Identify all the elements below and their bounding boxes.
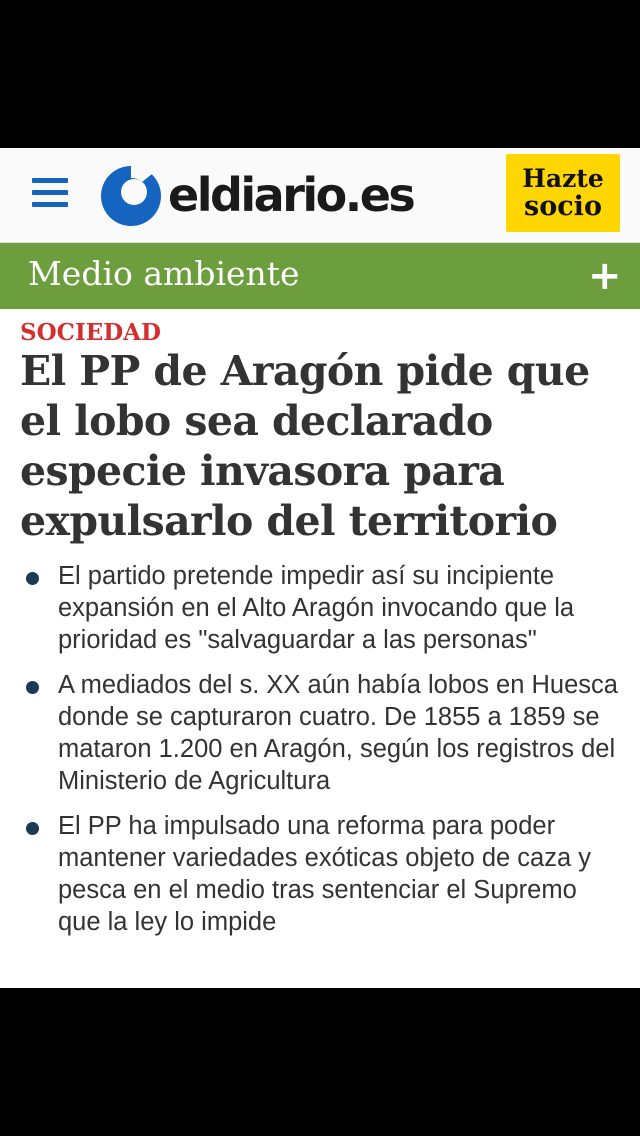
summary-item: A mediados del s. XX aún había lobos en … (24, 669, 624, 797)
plus-icon[interactable]: + (588, 251, 622, 301)
socio-button-line1: Hazte (522, 164, 604, 193)
hamburger-menu-icon[interactable] (30, 178, 70, 208)
bullet-dot-icon (26, 681, 39, 694)
site-header: eldiario.es Hazte socio (0, 148, 640, 242)
summary-item-text: El partido pretende impedir así su incip… (58, 562, 575, 654)
article-headline: El PP de Aragón pide que el lobo sea dec… (20, 347, 590, 545)
top-letterbox (0, 0, 640, 148)
summary-item-text: A mediados del s. XX aún había lobos en … (58, 671, 618, 795)
hazte-socio-button[interactable]: Hazte socio (506, 154, 620, 232)
section-title: Medio ambiente (28, 254, 300, 293)
summary-item: El partido pretende impedir así su incip… (24, 560, 624, 656)
bullet-dot-icon (26, 822, 39, 835)
site-logo[interactable]: eldiario.es (98, 160, 416, 230)
bullet-dot-icon (26, 572, 39, 585)
section-bar[interactable]: Medio ambiente + (0, 243, 640, 309)
eldiario-logo-icon (101, 165, 161, 226)
bottom-letterbox (0, 988, 640, 1136)
summary-item-text: El PP ha impulsado una reforma para pode… (58, 812, 591, 936)
article-summary-list: El partido pretende impedir así su incip… (24, 560, 624, 951)
summary-item: El PP ha impulsado una reforma para pode… (24, 810, 624, 938)
logo-wordmark: eldiario.es (168, 168, 416, 222)
article-page: eldiario.es Hazte socio Medio ambiente +… (0, 148, 640, 988)
article-kicker[interactable]: SOCIEDAD (20, 318, 161, 348)
socio-button-line2: socio (524, 191, 602, 222)
